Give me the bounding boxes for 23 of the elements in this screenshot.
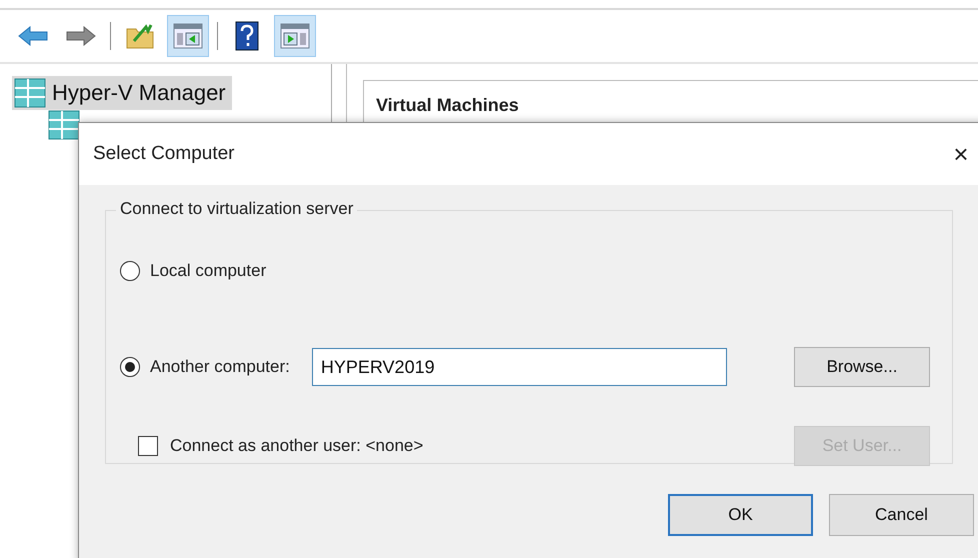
close-button[interactable]: ×	[945, 138, 978, 170]
checkbox[interactable]	[138, 436, 158, 456]
radio-button[interactable]	[120, 261, 140, 281]
checkbox-label[interactable]: Connect as another user: <none>	[170, 436, 424, 456]
computer-name-field[interactable]: HYPERV2019	[312, 348, 727, 386]
browse-button[interactable]: Browse...	[794, 347, 930, 387]
dialog-button[interactable]: Cancel	[829, 494, 974, 536]
help-icon[interactable]	[235, 21, 259, 51]
radio-label[interactable]: Local computer	[150, 261, 266, 281]
toggle-button[interactable]	[167, 15, 209, 57]
radio-button[interactable]	[120, 357, 140, 377]
dialog-title: Select Computer	[93, 143, 235, 165]
folder-icon[interactable]	[126, 23, 154, 49]
server-manager-icon	[14, 78, 46, 108]
toggle-button[interactable]	[274, 15, 316, 57]
dialog-button[interactable]: OK	[668, 494, 813, 536]
pane-heading: Virtual Machines	[376, 95, 520, 116]
panel-right-icon	[280, 23, 310, 49]
panel-left-icon	[173, 23, 203, 49]
back-arrow-icon[interactable]	[18, 26, 48, 46]
radio-label[interactable]: Another computer:	[150, 357, 290, 377]
tree-item[interactable]: Hyper-V Manager	[12, 76, 232, 110]
forward-arrow-icon[interactable]	[66, 26, 96, 46]
